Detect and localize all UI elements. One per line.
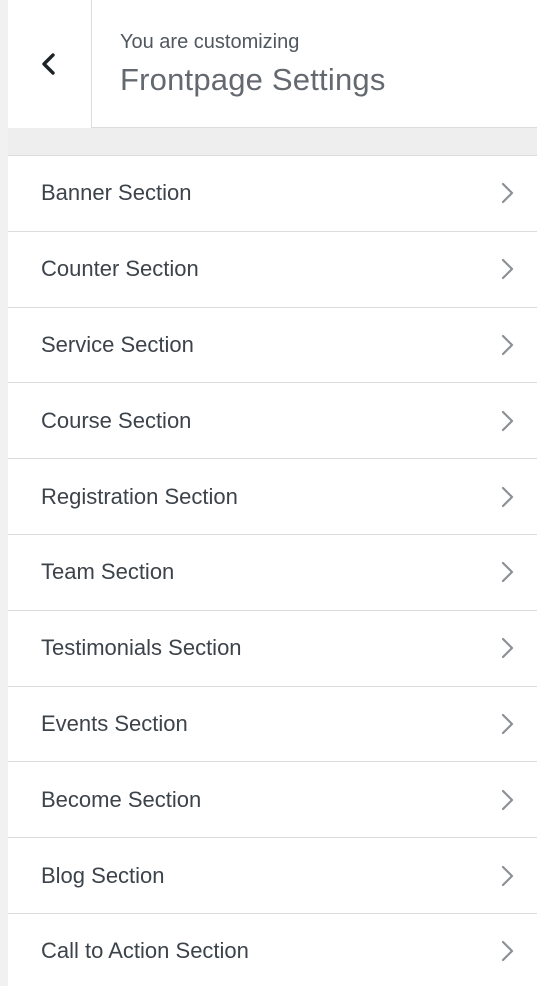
section-label: Banner Section	[41, 180, 192, 206]
section-item-call-to-action[interactable]: Call to Action Section	[8, 913, 537, 986]
chevron-left-icon	[42, 53, 55, 75]
chevron-right-icon	[501, 562, 514, 583]
panel-title: Frontpage Settings	[120, 62, 386, 97]
chevron-right-icon	[501, 713, 514, 735]
panel-header: You are customizing Frontpage Settings	[8, 0, 537, 128]
section-item-team[interactable]: Team Section	[8, 534, 537, 611]
section-item-blog[interactable]: Blog Section	[8, 838, 537, 914]
section-label: Team Section	[41, 559, 175, 585]
section-list-gap	[8, 128, 537, 156]
back-button[interactable]	[8, 0, 92, 128]
section-item-service[interactable]: Service Section	[8, 307, 537, 384]
section-item-banner[interactable]: Banner Section	[8, 156, 537, 232]
section-label: Course Section	[41, 407, 192, 433]
section-label: Events Section	[41, 710, 188, 736]
section-label: Service Section	[41, 331, 194, 357]
chevron-right-icon	[501, 486, 514, 507]
header-text: You are customizing Frontpage Settings	[120, 29, 386, 99]
chevron-right-icon	[501, 941, 514, 962]
customizing-label: You are customizing	[120, 31, 300, 53]
section-label: Registration Section	[41, 483, 238, 509]
section-label: Counter Section	[41, 256, 199, 282]
section-label: Testimonials Section	[41, 635, 242, 661]
chevron-right-icon	[501, 334, 514, 356]
chevron-right-icon	[501, 259, 514, 280]
chevron-right-icon	[501, 865, 514, 886]
section-item-counter[interactable]: Counter Section	[8, 231, 537, 308]
chevron-right-icon	[501, 410, 514, 431]
section-item-become[interactable]: Become Section	[8, 762, 537, 839]
section-item-registration[interactable]: Registration Section	[8, 459, 537, 535]
section-item-testimonials[interactable]: Testimonials Section	[8, 610, 537, 687]
section-item-events[interactable]: Events Section	[8, 686, 537, 763]
section-label: Become Section	[41, 786, 202, 812]
section-item-course[interactable]: Course Section	[8, 383, 537, 460]
section-list: Banner Section Counter Section Service S…	[8, 156, 537, 986]
chevron-right-icon	[501, 183, 514, 204]
customizer-panel: You are customizing Frontpage Settings B…	[0, 0, 537, 986]
section-label: Blog Section	[41, 862, 165, 888]
section-label: Call to Action Section	[41, 938, 249, 964]
chevron-right-icon	[501, 638, 514, 659]
chevron-right-icon	[501, 789, 514, 810]
